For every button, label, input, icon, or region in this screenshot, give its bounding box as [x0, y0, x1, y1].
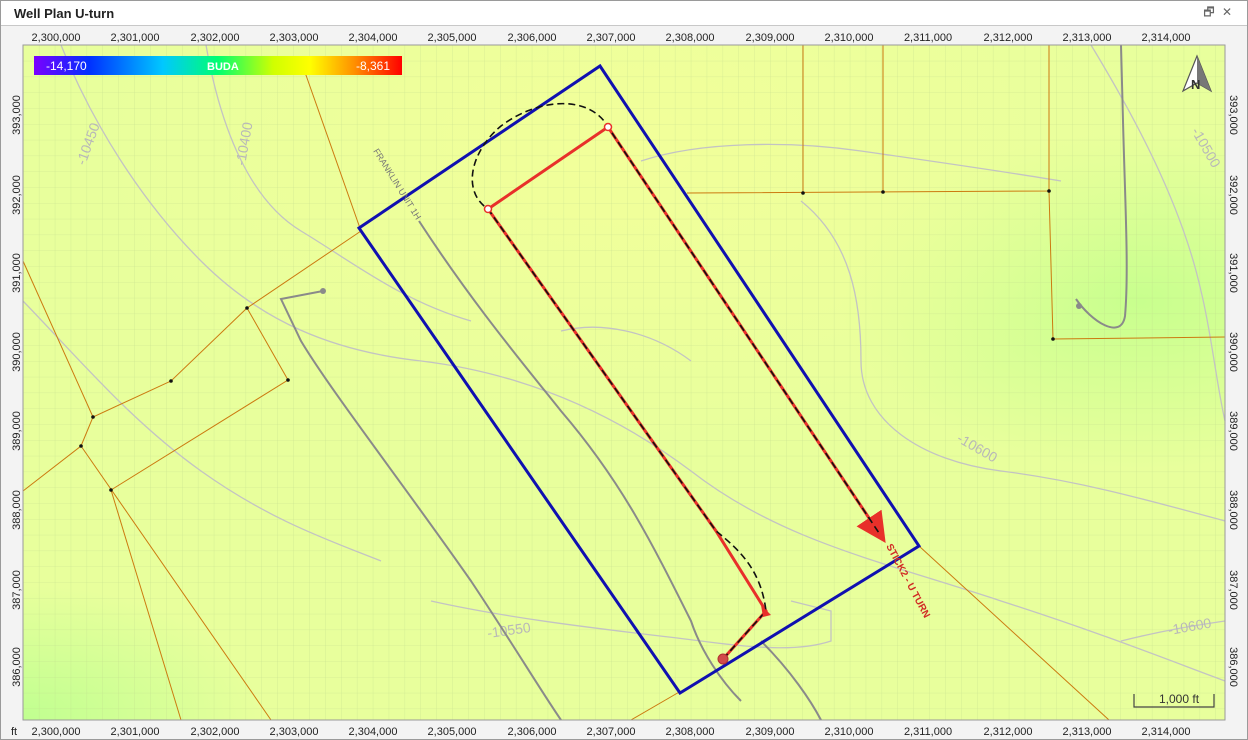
y-tick-label: 391,000	[1227, 253, 1239, 293]
x-tick-label: 2,313,000	[1063, 726, 1112, 738]
x-tick-label: 2,303,000	[270, 32, 319, 44]
window-title: Well Plan U-turn	[14, 6, 115, 21]
y-tick-label: 392,000	[11, 175, 23, 215]
x-axis-bottom: ft 2,300,000 2,301,000 2,302,000 2,303,0…	[11, 726, 1190, 738]
surface-location-marker	[717, 653, 729, 665]
turn-point-marker	[603, 122, 613, 132]
color-legend[interactable]: -14,170 BUDA -8,361	[34, 56, 402, 75]
x-tick-label: 2,310,000	[825, 726, 874, 738]
y-tick-label: 390,000	[1227, 332, 1239, 372]
y-tick-label: 393,000	[11, 95, 23, 135]
x-tick-label: 2,308,000	[666, 32, 715, 44]
x-tick-label: 2,304,000	[349, 32, 398, 44]
x-tick-label: 2,312,000	[984, 726, 1033, 738]
y-tick-label: 386,000	[1227, 647, 1239, 687]
y-tick-label: 389,000	[1227, 411, 1239, 451]
x-tick-label: 2,308,000	[666, 726, 715, 738]
y-tick-label: 391,000	[11, 253, 23, 293]
well-head-marker	[320, 288, 326, 294]
y-tick-label: 389,000	[11, 411, 23, 451]
restore-window-icon[interactable]: 🗗	[1201, 4, 1217, 20]
y-tick-label: 388,000	[11, 490, 23, 530]
x-tick-label: 2,302,000	[191, 32, 240, 44]
x-tick-label: 2,311,000	[904, 726, 952, 738]
x-tick-label: 2,309,000	[746, 32, 795, 44]
scale-bar-label: 1,000 ft	[1159, 692, 1200, 706]
y-tick-label: 386,000	[11, 647, 23, 687]
x-tick-label: 2,305,000	[428, 32, 477, 44]
x-tick-label: 2,304,000	[349, 726, 398, 738]
x-tick-label: 2,311,000	[904, 32, 952, 44]
x-tick-label: 2,310,000	[825, 32, 874, 44]
close-window-icon[interactable]: ✕	[1219, 4, 1235, 20]
title-bar: Well Plan U-turn 🗗 ✕	[1, 1, 1247, 26]
legend-max-label: -8,361	[356, 59, 390, 73]
x-tick-label: 2,313,000	[1063, 32, 1112, 44]
x-tick-label: 2,307,000	[587, 32, 636, 44]
well-head-marker	[1076, 303, 1082, 309]
x-axis-top: 2,300,000 2,301,000 2,302,000 2,303,000 …	[32, 32, 1191, 44]
x-tick-label: 2,314,000	[1142, 726, 1191, 738]
map-window: Well Plan U-turn 🗗 ✕ -10450 -10400 -1050…	[0, 0, 1248, 740]
x-tick-label: 2,301,000	[111, 726, 160, 738]
x-tick-label: 2,303,000	[270, 726, 319, 738]
x-tick-label: 2,309,000	[746, 726, 795, 738]
x-tick-label: 2,312,000	[984, 32, 1033, 44]
x-tick-label: 2,301,000	[111, 32, 160, 44]
y-tick-label: 393,000	[1227, 95, 1239, 135]
y-tick-label: 390,000	[11, 332, 23, 372]
x-tick-label: 2,302,000	[191, 726, 240, 738]
x-tick-label: 2,305,000	[428, 726, 477, 738]
x-tick-label: 2,300,000	[32, 32, 81, 44]
turn-point-marker	[483, 204, 493, 214]
y-tick-label: 387,000	[11, 570, 23, 610]
y-tick-label: 387,000	[1227, 570, 1239, 610]
legend-surface-label: BUDA	[207, 61, 239, 73]
x-tick-label: 2,300,000	[32, 726, 81, 738]
x-tick-label: 2,314,000	[1142, 32, 1191, 44]
x-tick-label: 2,306,000	[508, 726, 557, 738]
north-letter: N	[1191, 77, 1200, 92]
x-tick-label: 2,307,000	[587, 726, 636, 738]
y-tick-label: 392,000	[1227, 175, 1239, 215]
y-axis-right: 393,000 392,000 391,000 390,000 389,000 …	[1227, 95, 1239, 687]
x-axis-unit: ft	[11, 726, 17, 738]
map-grid	[23, 45, 1225, 720]
y-tick-label: 388,000	[1227, 490, 1239, 530]
legend-min-label: -14,170	[46, 59, 87, 73]
x-tick-label: 2,306,000	[508, 32, 557, 44]
y-axis-left: 393,000 392,000 391,000 390,000 389,000 …	[11, 95, 23, 687]
map-area[interactable]: -10450 -10400 -10500 -10600 -10550 -1060…	[1, 26, 1247, 739]
